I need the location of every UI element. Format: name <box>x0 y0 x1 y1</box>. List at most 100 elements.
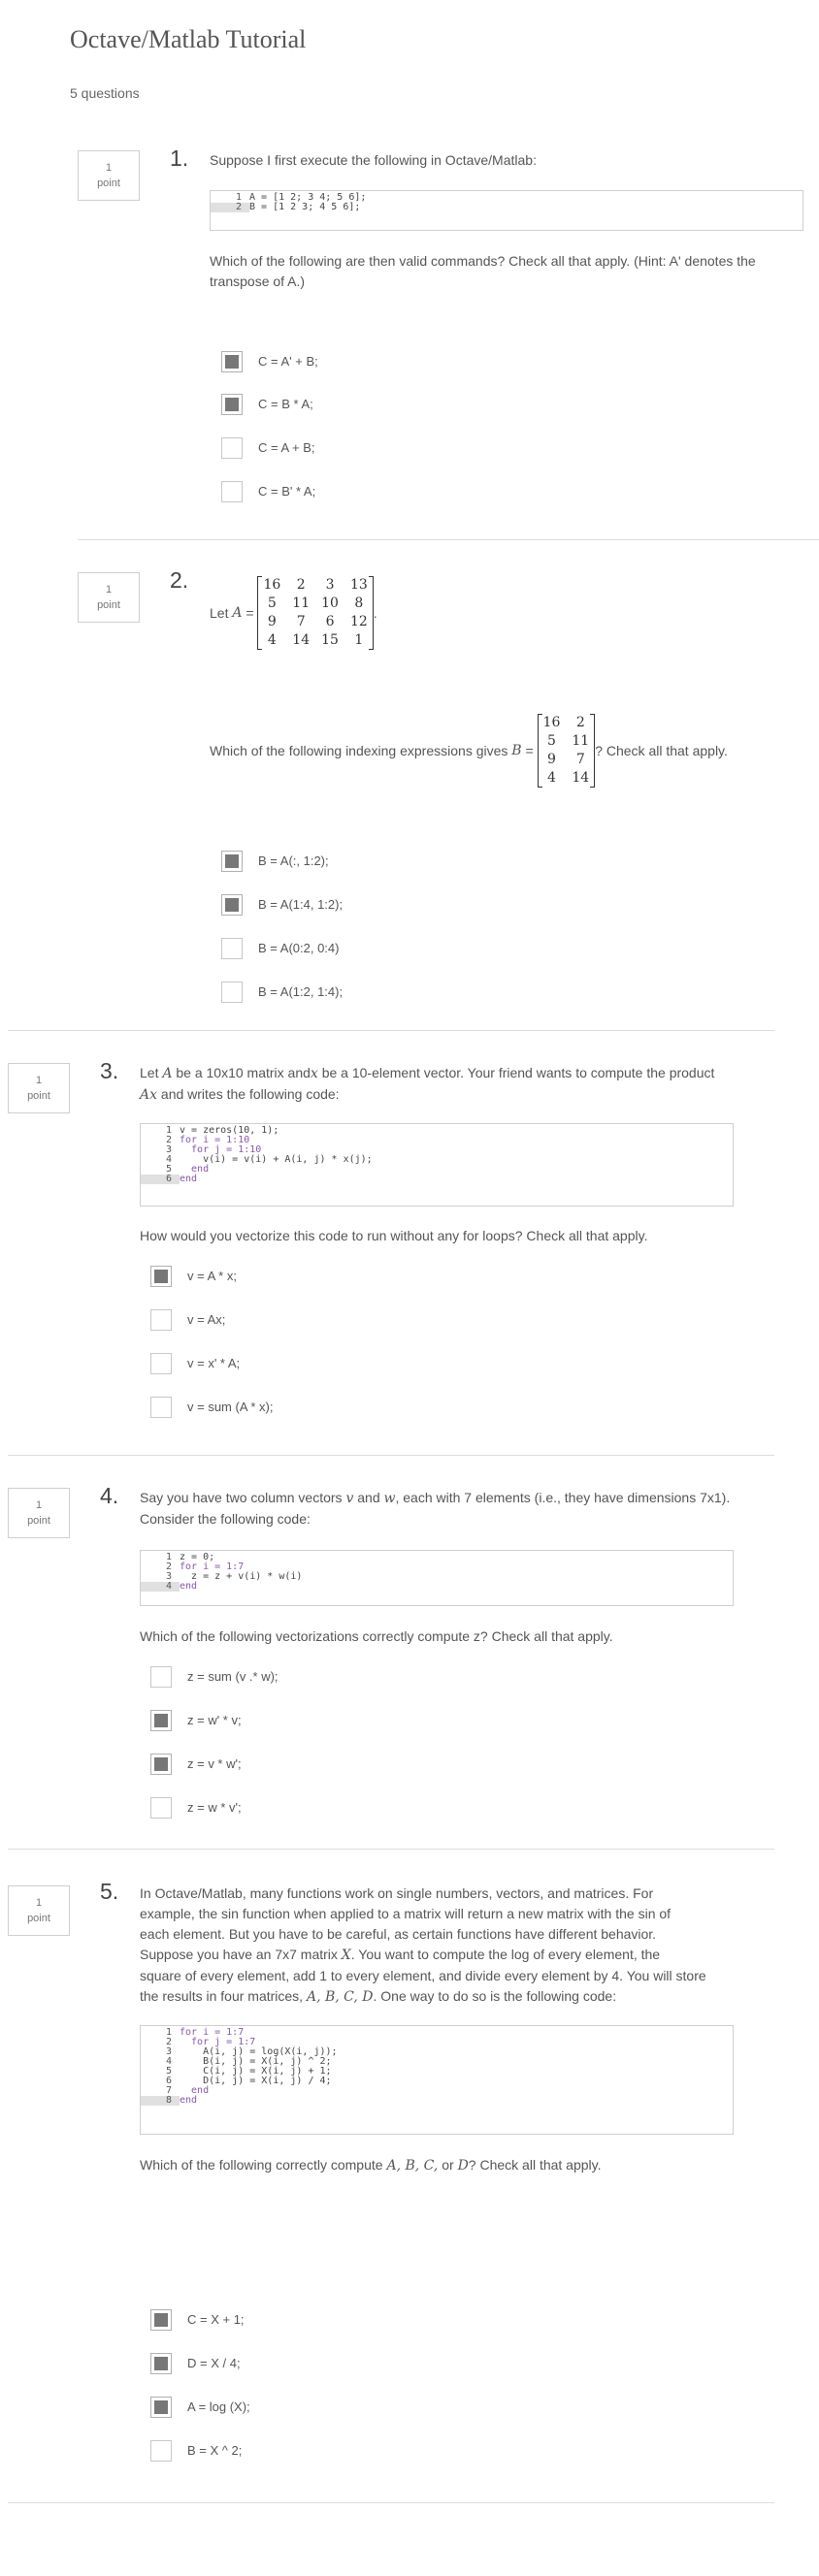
checkbox[interactable] <box>150 2397 172 2418</box>
math-B: B <box>511 742 522 758</box>
math-A: A <box>162 1066 173 1081</box>
matrix-cell: 6 <box>325 614 335 629</box>
question-text-q3: Let A be a 10x10 matrix andx be a 10-ele… <box>140 1063 722 1106</box>
text-part: be a 10x10 matrix and <box>172 1065 311 1080</box>
checkbox[interactable] <box>150 1397 172 1418</box>
text-line: square of every element, add 1 to every … <box>140 1968 706 1983</box>
option-label: C = X + 1; <box>187 2312 245 2327</box>
line-number: 2 <box>165 1135 172 1145</box>
checkbox[interactable] <box>221 851 243 872</box>
math-x: x <box>310 1066 318 1081</box>
checkbox[interactable] <box>150 1353 172 1374</box>
code-text: B = [1 2 3; 4 5 6]; <box>249 202 360 212</box>
prompt-text-after: ? Check all that apply. <box>595 742 728 758</box>
line-number: 1 <box>165 1125 172 1136</box>
math-X: X <box>341 1948 351 1963</box>
line-number: 3 <box>165 2046 172 2057</box>
checkbox[interactable] <box>221 351 243 372</box>
checkbox[interactable] <box>150 1309 172 1331</box>
option-label: v = sum (A * x); <box>187 1400 274 1414</box>
checkbox[interactable] <box>150 2353 172 2374</box>
option-label: C = B * A; <box>258 397 313 411</box>
question-prompt: Which of the following vectorizations co… <box>140 1628 613 1644</box>
code-line: 5 end <box>141 1165 733 1175</box>
checkbox[interactable] <box>150 1710 172 1731</box>
question-text: Suppose I first execute the following in… <box>210 152 537 168</box>
code-text: end <box>180 1174 197 1184</box>
code-content: end <box>180 2095 198 2106</box>
text-line: each element. But you have to be careful… <box>140 1926 657 1942</box>
text-part: and <box>353 1490 384 1505</box>
checkbox[interactable] <box>150 2440 172 2462</box>
question-text-q5: In Octave/Matlab, many functions work on… <box>140 1884 761 2008</box>
checkbox[interactable] <box>150 1266 172 1287</box>
option-label: C = A + B; <box>258 440 315 455</box>
checkbox[interactable] <box>150 1666 172 1688</box>
matrix-cell: 7 <box>296 614 306 629</box>
text-part: and writes the following code: <box>157 1086 340 1102</box>
code-text: end <box>180 2095 197 2106</box>
code-block-q1: 1A = [1 2; 3 4; 5 6]; 2B = [1 2 3; 4 5 6… <box>210 190 803 231</box>
line-number: 6 <box>165 2076 172 2086</box>
text-part: the results in four matrices, <box>140 1988 304 2004</box>
checkbox[interactable] <box>150 1797 172 1819</box>
checkbox[interactable] <box>221 938 243 959</box>
code-text: end <box>180 1581 197 1592</box>
option-label: v = Ax; <box>187 1312 226 1327</box>
option-label: B = A(:, 1:2); <box>258 853 329 868</box>
line-number: 7 <box>165 2085 172 2096</box>
math-D: D <box>457 2158 469 2174</box>
math-A: A <box>232 604 243 621</box>
points-badge-q3: 1 point <box>8 1063 70 1113</box>
code-line: 3 z = z + v(i) * w(i) <box>141 1572 733 1582</box>
line-number: 3 <box>165 1144 172 1155</box>
question-prompt-q2: Which of the following indexing expressi… <box>210 714 728 788</box>
points-unit: point <box>27 1090 50 1102</box>
matrix-b: 16 2 5 11 97 4 14 <box>537 714 596 788</box>
prompt-text: Which of the following indexing expressi… <box>210 742 508 758</box>
checkbox[interactable] <box>221 894 243 916</box>
code-line: 4 v(i) = v(i) + A(i, j) * x(j); <box>141 1155 733 1165</box>
math-ABCD: A, B, C, <box>386 2158 439 2174</box>
option-label: v = A * x; <box>187 1269 237 1283</box>
checkbox[interactable] <box>221 481 243 502</box>
option-label: B = A(1:4, 1:2); <box>258 897 344 912</box>
line-number: 1 <box>165 1552 172 1562</box>
points-value: 1 <box>105 162 113 174</box>
option-label: A = log (X); <box>187 2399 250 2414</box>
code-block-q5: 1 for i = 1:7 2 for j = 1:7 3 A(i, j) = l… <box>140 2025 734 2135</box>
points-badge-q5: 1 point <box>8 1885 70 1936</box>
bracket-right <box>590 714 596 788</box>
option-label: B = A(0:2, 0:4) <box>258 941 340 955</box>
checkbox[interactable] <box>221 394 243 415</box>
code-block-q4: 1z = 0; 2 for i = 1:7 3 z = z + v(i) * w(… <box>140 1550 734 1606</box>
points-value: 1 <box>35 1499 43 1511</box>
line-number: 5 <box>165 1164 172 1175</box>
checkbox[interactable] <box>150 2309 172 2331</box>
text-part: . You want to compute the log of every e… <box>350 1947 661 1962</box>
text-line: the results in four matrices, A, B, C, D… <box>140 1986 761 2008</box>
option-label: B = A(1:2, 1:4); <box>258 984 344 999</box>
option-label: C = A' + B; <box>258 354 318 369</box>
code-line: 4 end <box>141 1582 733 1592</box>
question-number: 5. <box>100 1879 119 1904</box>
text-line: In Octave/Matlab, many functions work on… <box>140 1885 654 1901</box>
question-number: 3. <box>100 1058 119 1083</box>
checkbox[interactable] <box>221 437 243 459</box>
matrix-cell: 10 <box>321 596 339 611</box>
matrix-a-table: 16 2 3 13 5 11 10 8 9 7 6 12 4 14 15 1 <box>257 576 373 650</box>
points-unit: point <box>97 599 120 611</box>
points-value: 1 <box>35 1075 43 1086</box>
line-number: 2 <box>165 1562 172 1572</box>
question-text-q4: Say you have two column vectors v and w,… <box>140 1488 732 1530</box>
line-number: 4 <box>141 1582 180 1592</box>
code-line: 6 end <box>141 1175 733 1184</box>
points-badge-q1: 1 point <box>78 150 140 201</box>
divider <box>8 2502 774 2503</box>
option-label: z = w * v'; <box>187 1800 242 1815</box>
bracket-left <box>537 714 542 788</box>
option-label: z = v * w'; <box>187 1756 242 1771</box>
checkbox[interactable] <box>221 982 243 1003</box>
checkbox[interactable] <box>150 1754 172 1775</box>
divider <box>78 539 819 540</box>
